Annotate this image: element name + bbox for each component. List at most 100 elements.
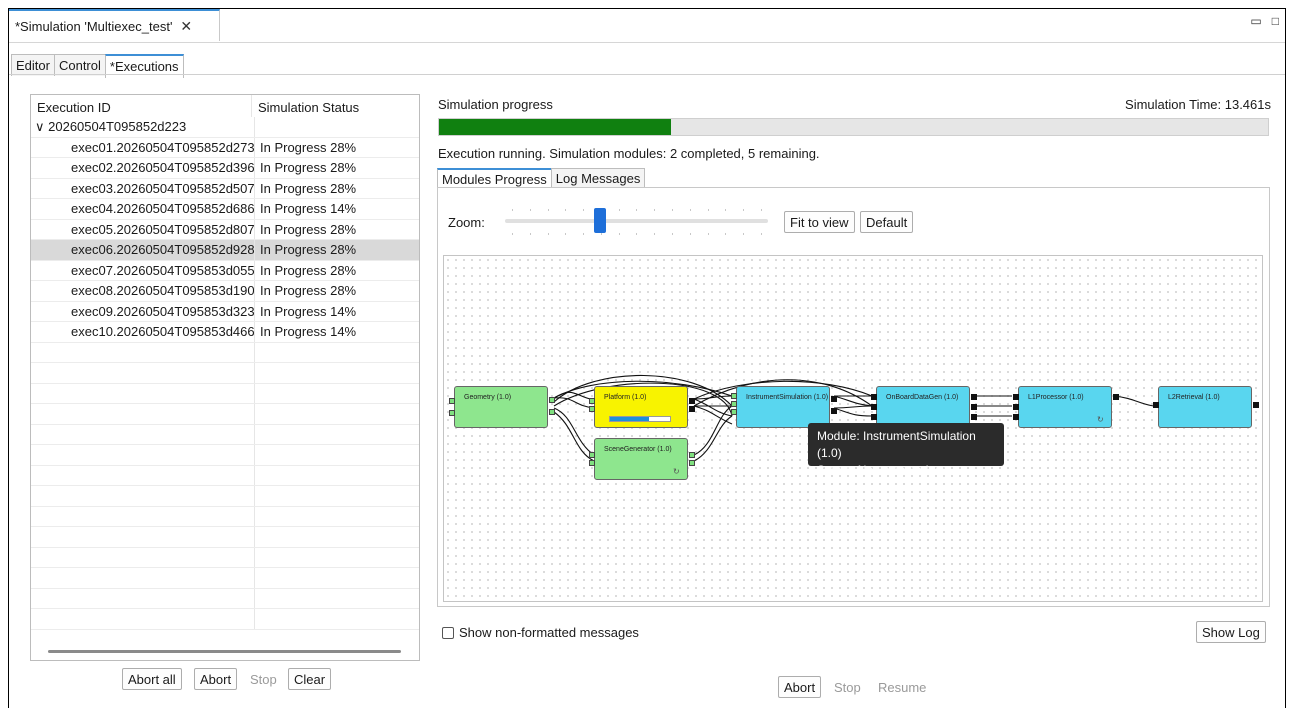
module-platform[interactable]: Platform (1.0) [589, 386, 695, 428]
table-row[interactable]: exec05.20260504T095852d807 In Progress 28… [31, 219, 419, 240]
output-port [971, 414, 977, 420]
execution-id-cell: exec06.20260504T095852d928 [31, 240, 255, 260]
output-port [689, 452, 695, 458]
abort-button[interactable]: Abort [194, 668, 238, 690]
table-row[interactable]: exec08.20260504T095853d190 In Progress 28… [31, 281, 419, 302]
column-header-simulation-status[interactable]: Simulation Status [252, 95, 419, 117]
non-formatted-messages-option[interactable]: Show non-formatted messages [442, 625, 639, 640]
table-row[interactable]: exec06.20260504T095852d928 In Progress 28… [31, 240, 419, 261]
non-formatted-messages-checkbox[interactable] [442, 626, 454, 639]
tab-divider [9, 74, 1285, 75]
table-row[interactable]: exec02.20260504T095852d396 In Progress 28… [31, 158, 419, 179]
output-port [549, 397, 555, 403]
tab-modules-progress[interactable]: Modules Progress [437, 168, 552, 189]
table-row[interactable]: exec07.20260504T095853d055 In Progress 28… [31, 260, 419, 281]
empty-row [31, 424, 419, 445]
zoom-ticks-top [512, 209, 762, 211]
editor-tab-title: *Simulation 'Multiexec_test' [15, 18, 173, 34]
bottom-abort-button[interactable]: Abort [778, 676, 822, 698]
column-header-execution-id[interactable]: Execution ID [31, 95, 252, 117]
execution-status-cell: In Progress 14% [260, 201, 357, 216]
module-scene-generator[interactable]: SceneGenerator (1.0) ↻ [589, 438, 695, 480]
table-row[interactable]: exec10.20260504T095853d466 In Progress 14… [31, 322, 419, 343]
tab-control[interactable]: Control [53, 54, 106, 76]
progress-label: Simulation progress [438, 97, 553, 112]
module-geometry[interactable]: Geometry (1.0) [449, 386, 555, 428]
zoom-ticks-bottom [512, 233, 762, 235]
table-row[interactable]: exec04.20260504T095852d686 In Progress 14… [31, 199, 419, 220]
minimize-icon[interactable]: ▭ [1250, 14, 1261, 28]
input-port [449, 398, 455, 404]
module-platform-progress-fill [610, 417, 649, 421]
tab-editor[interactable]: Editor [11, 54, 55, 76]
empty-row [31, 609, 419, 630]
input-port [731, 409, 737, 415]
execution-id-cell: exec02.20260504T095852d396 [31, 158, 255, 178]
group-status [255, 117, 260, 137]
execution-id-cell: exec01.20260504T095852d273 [31, 137, 255, 157]
input-port [589, 460, 595, 466]
bottom-stop-button[interactable]: Stop [828, 676, 867, 698]
clear-button[interactable]: Clear [288, 668, 332, 690]
empty-row [31, 445, 419, 466]
fit-to-view-button[interactable]: Fit to view [784, 211, 855, 233]
empty-row [31, 363, 419, 384]
execution-status-cell: In Progress 14% [260, 324, 357, 339]
horizontal-scrollbar[interactable] [48, 650, 401, 653]
window-controls: ▭ □ [1250, 14, 1279, 28]
show-log-button[interactable]: Show Log [1196, 621, 1266, 643]
module-instrument-simulation[interactable]: InstrumentSimulation (1.0) [731, 386, 837, 428]
input-port [1013, 414, 1019, 420]
execution-id-cell: exec03.20260504T095852d507 [31, 178, 255, 198]
table-row[interactable]: exec01.20260504T095852d273 In Progress 28… [31, 137, 419, 158]
empty-row [31, 527, 419, 548]
input-port [731, 401, 737, 407]
output-port [831, 396, 837, 402]
close-icon[interactable]: ✕ [180, 18, 192, 35]
empty-row [31, 404, 419, 425]
stop-button[interactable]: Stop [244, 668, 283, 690]
input-port [871, 404, 877, 410]
execution-status-cell: In Progress 28% [260, 139, 357, 155]
default-zoom-button[interactable]: Default [860, 211, 914, 233]
execution-status-cell: In Progress 28% [260, 180, 357, 196]
input-port [1153, 402, 1159, 408]
execution-id-cell: exec10.20260504T095853d466 [31, 322, 255, 342]
abort-all-button[interactable]: Abort all [122, 668, 182, 690]
empty-row [31, 383, 419, 404]
empty-row [31, 342, 419, 363]
output-port [689, 398, 695, 404]
module-l1-processor[interactable]: L1Processor (1.0) ↻ [1013, 386, 1119, 428]
maximize-icon[interactable]: □ [1272, 14, 1279, 28]
module-onboard-data-gen[interactable]: OnBoardDataGen (1.0) [871, 386, 977, 428]
empty-row [31, 465, 419, 486]
execution-id-cell: exec04.20260504T095852d686 [31, 199, 255, 219]
tab-log-messages[interactable]: Log Messages [550, 168, 646, 188]
executions-table: Execution ID Simulation Status ∨ 2026050… [30, 94, 420, 661]
execution-id-cell: exec08.20260504T095853d190 [31, 281, 255, 301]
input-port [589, 452, 595, 458]
table-row[interactable]: exec03.20260504T095852d507 In Progress 28… [31, 178, 419, 199]
module-l2-retrieval[interactable]: L2Retrieval (1.0) [1153, 386, 1259, 428]
execution-status-text: Execution running. Simulation modules: 2… [438, 146, 820, 161]
module-instrument-simulation-label: InstrumentSimulation (1.0) [746, 394, 829, 401]
bottom-resume-button[interactable]: Resume [872, 676, 933, 698]
empty-row [31, 486, 419, 507]
zoom-slider-track[interactable] [505, 219, 768, 223]
table-row[interactable]: exec09.20260504T095853d323 In Progress 14… [31, 301, 419, 322]
editor-tab[interactable]: *Simulation 'Multiexec_test' ✕ [9, 9, 220, 41]
output-port [689, 460, 695, 466]
simulation-progress-bar [438, 118, 1269, 136]
input-port [1013, 394, 1019, 400]
output-port [971, 394, 977, 400]
output-port [971, 404, 977, 410]
expand-chevron-icon[interactable]: ∨ [35, 119, 45, 134]
zoom-slider-thumb[interactable] [593, 208, 606, 233]
tree-group-row[interactable]: ∨ 20260504T095852d223 [31, 117, 419, 138]
execution-id-cell: exec09.20260504T095853d323 [31, 301, 255, 321]
group-label: 20260504T095852d223 [48, 119, 187, 134]
module-platform-progress [609, 416, 671, 422]
module-tooltip: Module: InstrumentSimulation (1.0) Statu… [808, 423, 1004, 477]
module-scene-generator-label: SceneGenerator (1.0) [604, 446, 672, 453]
module-geometry-label: Geometry (1.0) [464, 394, 512, 401]
